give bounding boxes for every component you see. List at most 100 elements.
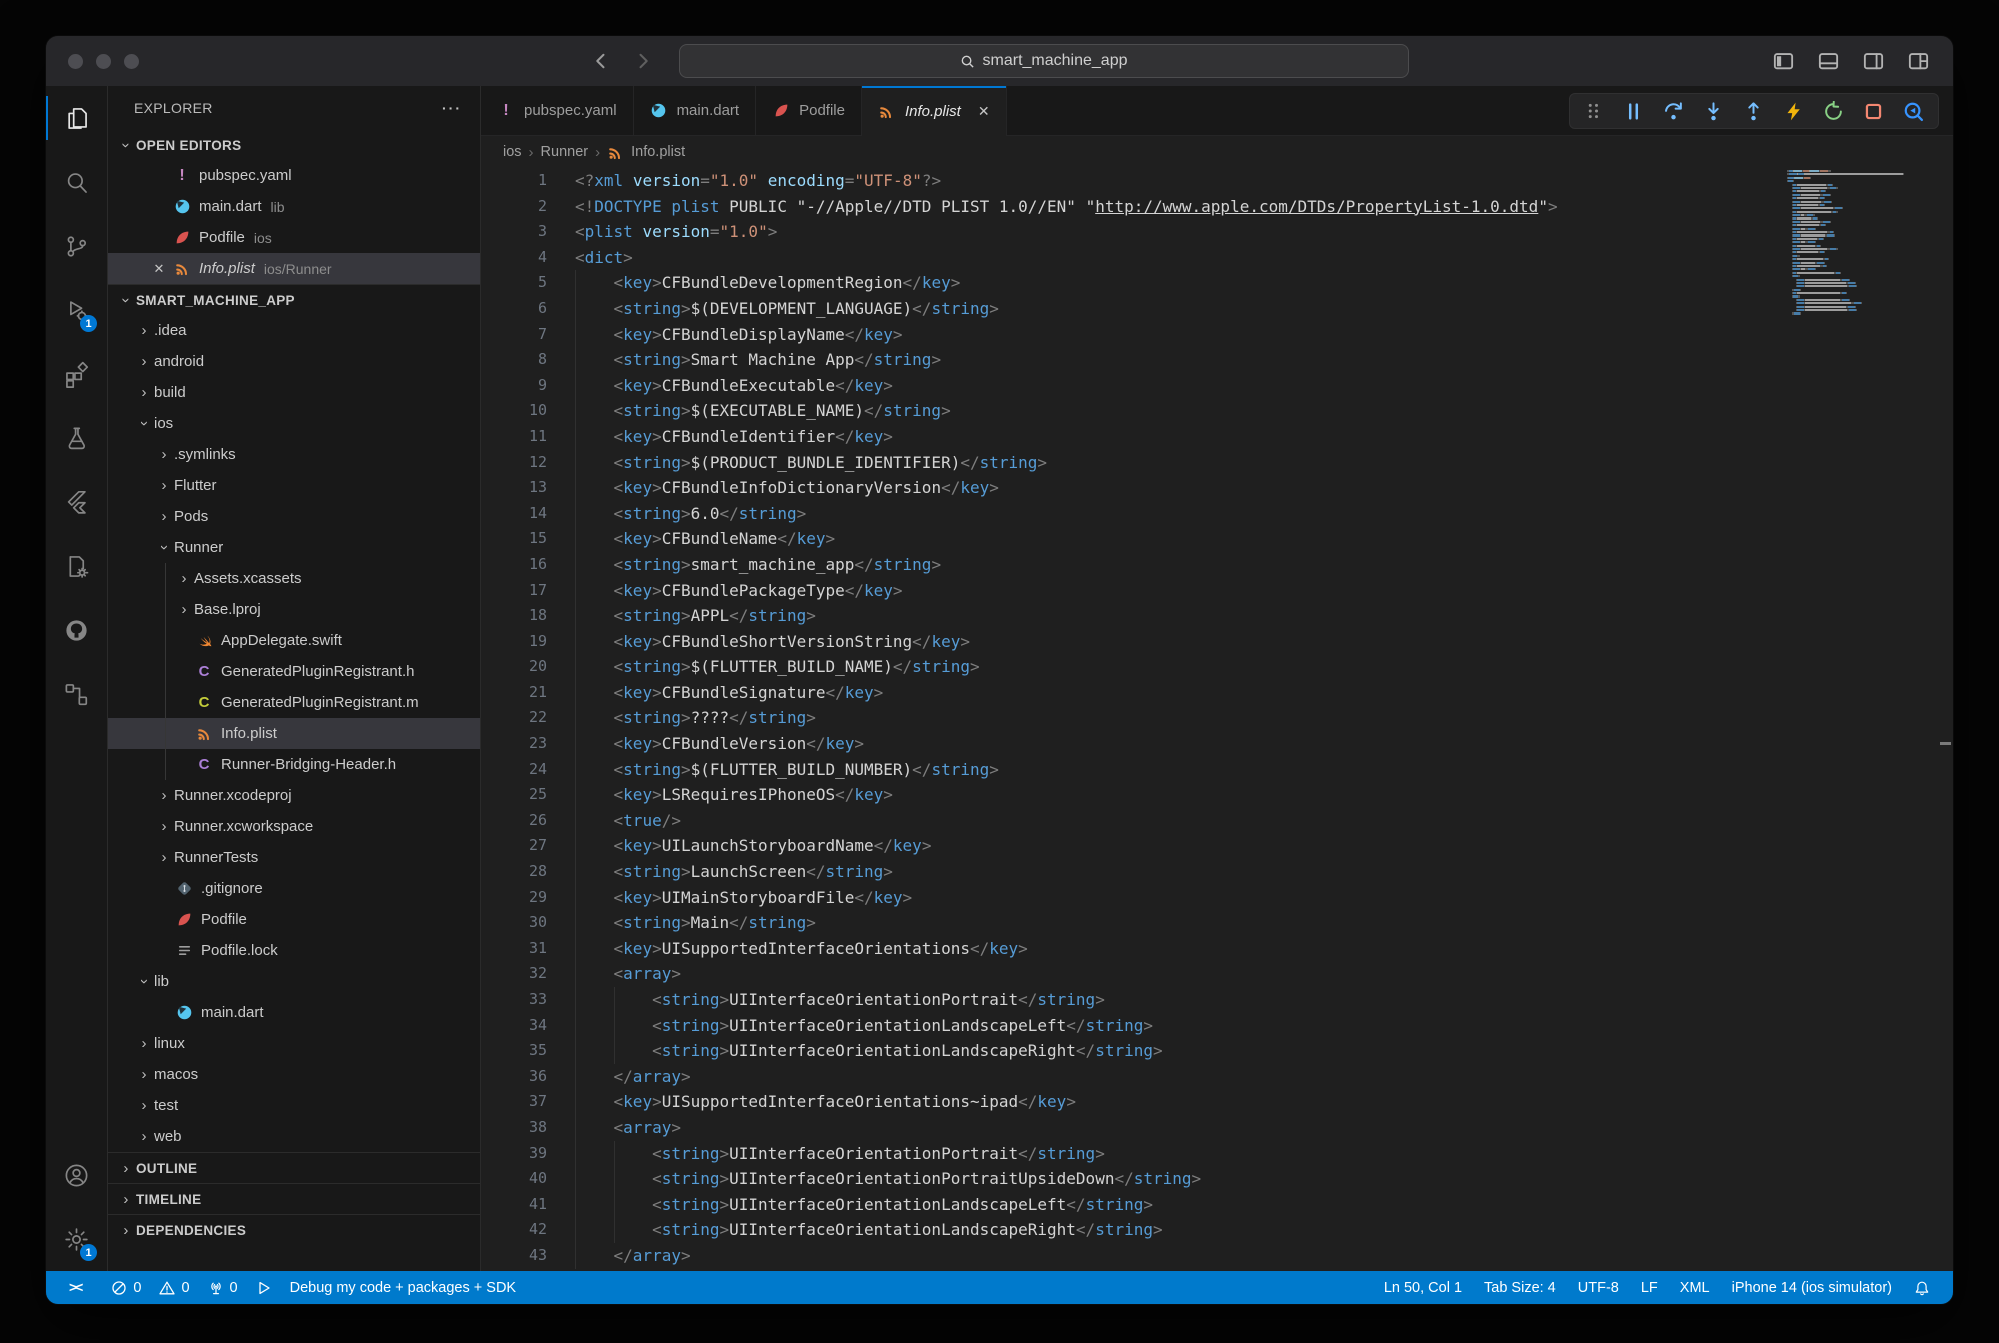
status-utf-8[interactable]: UTF-8 (1569, 1271, 1628, 1304)
breadcrumb-item[interactable]: Info.plist (631, 144, 685, 160)
window-controls[interactable] (46, 54, 246, 69)
navigate-forward-icon[interactable] (633, 51, 653, 71)
tree-item-GeneratedPluginRegistrant.h[interactable]: CGeneratedPluginRegistrant.h (108, 656, 480, 687)
tree-item-Runner[interactable]: ›Runner (108, 532, 480, 563)
explorer-more-actions-icon[interactable]: ··· (442, 100, 462, 116)
status-xml[interactable]: XML (1671, 1271, 1719, 1304)
code-line-4[interactable]: 4<dict> (481, 245, 1783, 271)
minimize-window-button[interactable] (96, 54, 111, 69)
open-editor-Podfile[interactable]: Podfile ios (108, 222, 480, 253)
tree-item-Runner.xcworkspace[interactable]: ›Runner.xcworkspace (108, 811, 480, 842)
code-line-5[interactable]: 5<key>CFBundleDevelopmentRegion</key> (481, 270, 1783, 296)
code-line-24[interactable]: 24<string>$(FLUTTER_BUILD_NUMBER)</strin… (481, 757, 1783, 783)
tab-Info.plist[interactable]: Info.plist ✕ (862, 86, 1007, 136)
code-line-33[interactable]: 33<string>UIInterfaceOrientationPortrait… (481, 987, 1783, 1013)
code-line-36[interactable]: 36</array> (481, 1064, 1783, 1090)
code-line-43[interactable]: 43</array> (481, 1243, 1783, 1269)
status-ln-50-col-1[interactable]: Ln 50, Col 1 (1375, 1271, 1471, 1304)
code-line-26[interactable]: 26<true/> (481, 808, 1783, 834)
tree-item-.idea[interactable]: ›.idea (108, 315, 480, 346)
layout-panel-icon[interactable] (1818, 51, 1839, 72)
layout-sidebar-right-icon[interactable] (1863, 51, 1884, 72)
code-line-1[interactable]: 1<?xml version="1.0" encoding="UTF-8"?> (481, 168, 1783, 194)
tree-item-lib[interactable]: ›lib (108, 966, 480, 997)
grip-icon[interactable] (1584, 101, 1604, 121)
tree-item-test[interactable]: ›test (108, 1090, 480, 1121)
code-line-31[interactable]: 31<key>UISupportedInterfaceOrientations<… (481, 936, 1783, 962)
status-debug-my-code-packages-sdk[interactable]: Debug my code + packages + SDK (281, 1271, 526, 1304)
project-section-header[interactable]: › SMART_MACHINE_APP (108, 284, 480, 315)
tree-item-build[interactable]: ›build (108, 377, 480, 408)
status-tab-size-4[interactable]: Tab Size: 4 (1475, 1271, 1565, 1304)
code-line-10[interactable]: 10<string>$(EXECUTABLE_NAME)</string> (481, 398, 1783, 424)
tab-Podfile[interactable]: Podfile (756, 86, 862, 135)
status-0[interactable]: 0 (199, 1271, 247, 1304)
breadcrumb-item[interactable]: Runner (541, 144, 589, 160)
code-line-8[interactable]: 8<string>Smart Machine App</string> (481, 347, 1783, 373)
close-window-button[interactable] (68, 54, 83, 69)
layout-sidebar-left-icon[interactable] (1773, 51, 1794, 72)
code-line-3[interactable]: 3<plist version="1.0"> (481, 219, 1783, 245)
step-over-icon[interactable] (1663, 101, 1684, 122)
code-line-9[interactable]: 9<key>CFBundleExecutable</key> (481, 373, 1783, 399)
code-line-28[interactable]: 28<string>LaunchScreen</string> (481, 859, 1783, 885)
activity-extensions-icon[interactable] (46, 342, 107, 406)
activity-explorer-icon[interactable] (46, 86, 107, 150)
code-line-29[interactable]: 29<key>UIMainStoryboardFile</key> (481, 885, 1783, 911)
tree-item-main.dart[interactable]: main.dart (108, 997, 480, 1028)
code-line-13[interactable]: 13<key>CFBundleInfoDictionaryVersion</ke… (481, 475, 1783, 501)
restart-icon[interactable] (1823, 101, 1844, 122)
minimap[interactable] (1787, 170, 1937, 316)
section-outline[interactable]: ›OUTLINE (108, 1152, 480, 1183)
section-timeline[interactable]: ›TIMELINE (108, 1183, 480, 1214)
activity-testing-icon[interactable] (46, 406, 107, 470)
tree-item-Pods[interactable]: ›Pods (108, 501, 480, 532)
tree-item-Info.plist[interactable]: Info.plist (108, 718, 480, 749)
tab-pubspec.yaml[interactable]: ! pubspec.yaml (481, 86, 634, 135)
tree-item-Runner.xcodeproj[interactable]: ›Runner.xcodeproj (108, 780, 480, 811)
code-line-7[interactable]: 7<key>CFBundleDisplayName</key> (481, 322, 1783, 348)
code-line-30[interactable]: 30<string>Main</string> (481, 910, 1783, 936)
zoom-window-button[interactable] (124, 54, 139, 69)
tree-item-RunnerTests[interactable]: ›RunnerTests (108, 842, 480, 873)
close-icon[interactable]: ✕ (978, 103, 990, 120)
layout-customize-icon[interactable] (1908, 51, 1929, 72)
tree-item-macos[interactable]: ›macos (108, 1059, 480, 1090)
code-line-17[interactable]: 17<key>CFBundlePackageType</key> (481, 578, 1783, 604)
activity-references-icon[interactable] (46, 662, 107, 726)
open-editor-pubspec.yaml[interactable]: ! pubspec.yaml (108, 160, 480, 191)
tree-item-.symlinks[interactable]: ›.symlinks (108, 439, 480, 470)
code-line-38[interactable]: 38<array> (481, 1115, 1783, 1141)
open-editor-main.dart[interactable]: main.dart lib (108, 191, 480, 222)
code-line-18[interactable]: 18<string>APPL</string> (481, 603, 1783, 629)
code-line-41[interactable]: 41<string>UIInterfaceOrientationLandscap… (481, 1192, 1783, 1218)
code-line-19[interactable]: 19<key>CFBundleShortVersionString</key> (481, 629, 1783, 655)
status-iphone-14-ios-simulator[interactable]: iPhone 14 (ios simulator) (1723, 1271, 1901, 1304)
status-remote[interactable]: >< (46, 1271, 102, 1304)
close-icon[interactable]: ✕ (146, 261, 172, 277)
tree-item-linux[interactable]: ›linux (108, 1028, 480, 1059)
status-bell[interactable] (1905, 1271, 1939, 1304)
code-line-6[interactable]: 6<string>$(DEVELOPMENT_LANGUAGE)</string… (481, 296, 1783, 322)
code-line-21[interactable]: 21<key>CFBundleSignature</key> (481, 680, 1783, 706)
status-lf[interactable]: LF (1632, 1271, 1667, 1304)
tree-item-Podfile.lock[interactable]: Podfile.lock (108, 935, 480, 966)
pause-icon[interactable] (1623, 101, 1644, 122)
code-line-11[interactable]: 11<key>CFBundleIdentifier</key> (481, 424, 1783, 450)
tree-item-android[interactable]: ›android (108, 346, 480, 377)
code-line-42[interactable]: 42<string>UIInterfaceOrientationLandscap… (481, 1217, 1783, 1243)
inspector-icon[interactable] (1903, 101, 1924, 122)
activity-run-debug-icon[interactable]: 1 (46, 278, 107, 342)
code-line-27[interactable]: 27<key>UILaunchStoryboardName</key> (481, 833, 1783, 859)
tree-item-Assets.xcassets[interactable]: ›Assets.xcassets (108, 563, 480, 594)
breadcrumb[interactable]: ios›Runner›Info.plist (481, 136, 1953, 168)
open-editor-Info.plist[interactable]: ✕ Info.plist ios/Runner (108, 253, 480, 284)
tree-item-GeneratedPluginRegistrant.m[interactable]: CGeneratedPluginRegistrant.m (108, 687, 480, 718)
activity-search-icon[interactable] (46, 150, 107, 214)
code-line-22[interactable]: 22<string>????</string> (481, 705, 1783, 731)
code-line-35[interactable]: 35<string>UIInterfaceOrientationLandscap… (481, 1038, 1783, 1064)
tree-item-Base.lproj[interactable]: ›Base.lproj (108, 594, 480, 625)
code-line-25[interactable]: 25<key>LSRequiresIPhoneOS</key> (481, 782, 1783, 808)
breadcrumb-item[interactable]: ios (503, 144, 522, 160)
hot-reload-icon[interactable] (1783, 101, 1804, 122)
